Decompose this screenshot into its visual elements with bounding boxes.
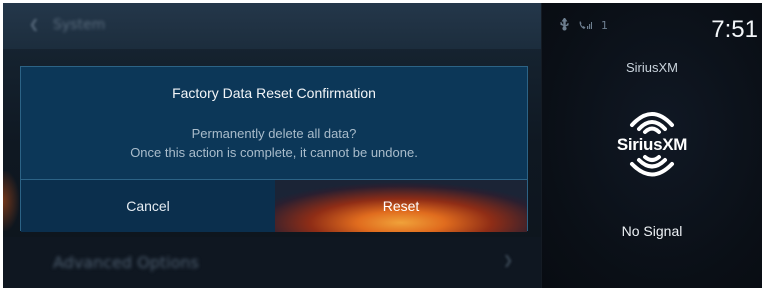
factory-reset-dialog: Factory Data Reset Confirmation Permanen… xyxy=(20,66,528,232)
dialog-message-line2: Once this action is complete, it cannot … xyxy=(130,145,418,160)
clock: 7:51 xyxy=(711,16,758,43)
dialog-message: Permanently delete all data? Once this a… xyxy=(21,124,527,162)
dialog-button-bar: Cancel Reset xyxy=(21,179,527,232)
dialog-message-line1: Permanently delete all data? xyxy=(191,126,357,141)
status-icons: 1 xyxy=(560,17,608,34)
status-indicator: 1 xyxy=(601,19,608,32)
reset-button[interactable]: Reset xyxy=(275,180,527,232)
settings-row-label: Advanced Options xyxy=(53,253,199,272)
cancel-button[interactable]: Cancel xyxy=(21,180,275,232)
highlight-glow xyxy=(3,171,19,231)
dialog-title: Factory Data Reset Confirmation xyxy=(172,85,376,101)
settings-header: ❮ System xyxy=(3,3,541,49)
usb-icon xyxy=(560,17,569,34)
siriusxm-logo: SiriusXM xyxy=(602,99,702,189)
now-playing-panel[interactable]: 1 7:51 SiriusXM SiriusXM No Signal xyxy=(541,3,762,288)
settings-title: System xyxy=(53,17,106,33)
infotainment-screen: ❮ System Advanced Options ❯ Factory Data… xyxy=(3,3,762,288)
source-label: SiriusXM xyxy=(625,60,678,75)
logo-wordmark: SiriusXM xyxy=(616,135,688,154)
back-arrow-icon: ❮ xyxy=(29,17,40,31)
signal-status: No Signal xyxy=(621,223,683,239)
chevron-right-icon: ❯ xyxy=(503,253,514,267)
phone-signal-icon xyxy=(578,19,592,34)
